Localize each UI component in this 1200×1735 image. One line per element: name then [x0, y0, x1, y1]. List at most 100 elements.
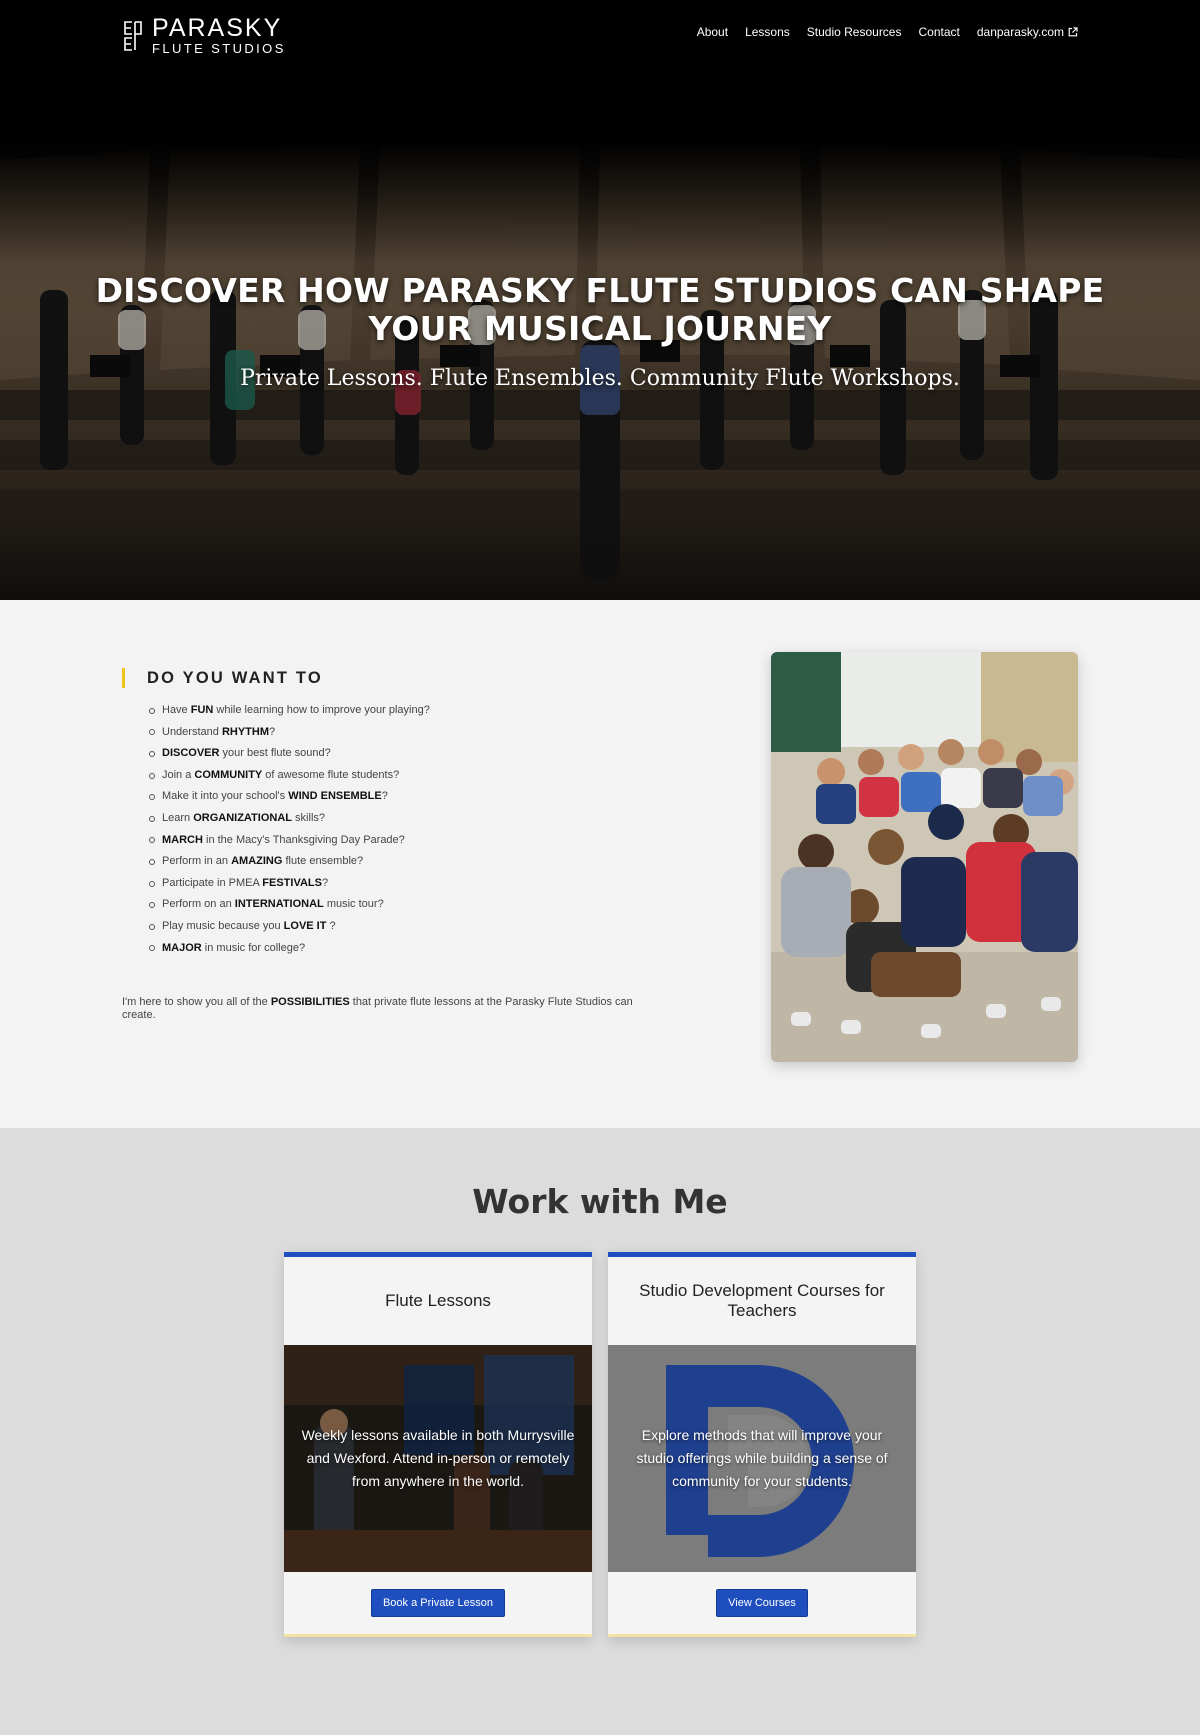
want-list-item: Understand RHYTHM?: [149, 722, 642, 744]
want-item-post: ?: [326, 919, 336, 932]
want-item-post: flute ensemble?: [282, 855, 364, 868]
bullet-circle-icon: [149, 750, 155, 757]
want-list-item-text: Understand RHYTHM?: [162, 722, 275, 744]
bullet-circle-icon: [149, 707, 155, 714]
want-list-item-text: MARCH in the Macy's Thanksgiving Day Par…: [162, 830, 405, 852]
top-navigation: PARASKY FLUTE STUDIOS About Lessons Stud…: [0, 0, 1200, 68]
want-item-pre: Perform in an: [162, 855, 232, 868]
nav-lessons-label: Lessons: [745, 25, 790, 39]
want-list: Have FUN while learning how to improve y…: [149, 700, 642, 959]
bullet-circle-icon: [149, 880, 155, 887]
bullet-circle-icon: [149, 945, 155, 952]
nav-contact-label: Contact: [918, 25, 960, 39]
studio-courses-card-text: Explore methods that will improve your s…: [636, 1427, 888, 1489]
flute-lessons-card-media: Weekly lessons available in both Murrysv…: [284, 1345, 592, 1572]
want-item-post: skills?: [292, 811, 326, 824]
want-list-item: Make it into your school's WIND ENSEMBLE…: [149, 786, 642, 808]
flute-lessons-card-title: Flute Lessons: [385, 1291, 491, 1310]
want-list-item: Join a COMMUNITY of awesome flute studen…: [149, 765, 642, 787]
want-item-post: music tour?: [323, 898, 384, 911]
want-item-pre: Perform on an: [162, 898, 235, 911]
want-item-post: while learning how to improve your playi…: [213, 704, 430, 716]
want-item-bold: COMMUNITY: [194, 768, 263, 781]
studio-courses-card-media: Explore methods that will improve your s…: [608, 1345, 916, 1572]
bullet-circle-icon: [149, 902, 155, 909]
studio-courses-card-title: Studio Development Courses for Teachers: [639, 1281, 885, 1320]
book-private-lesson-button[interactable]: Book a Private Lesson: [370, 1589, 506, 1617]
nav-danparasky[interactable]: danparasky.com: [977, 25, 1078, 39]
bullet-circle-icon: [149, 837, 155, 844]
want-item-bold: FUN: [190, 704, 214, 716]
studio-courses-card: Studio Development Courses for Teachers …: [608, 1252, 916, 1637]
want-item-post: in the Macy's Thanksgiving Day Parade?: [202, 833, 405, 846]
nav-about[interactable]: About: [697, 25, 728, 39]
nav-lessons[interactable]: Lessons: [745, 25, 790, 39]
flute-lessons-card: Flute Lessons Weekly lessons available i…: [284, 1252, 592, 1637]
want-item-bold: WIND ENSEMBLE: [288, 790, 382, 803]
nav-studio-resources-label: Studio Resources: [806, 25, 902, 39]
want-list-item: Perform in an AMAZING flute ensemble?: [149, 851, 642, 873]
want-list-item-text: Perform on an INTERNATIONAL music tour?: [162, 894, 384, 916]
view-courses-button[interactable]: View Courses: [716, 1589, 808, 1617]
bullet-circle-icon: [149, 923, 155, 930]
want-item-post: ?: [269, 725, 276, 738]
nav-about-label: About: [696, 25, 729, 39]
intro-heading: DO YOU WANT TO: [122, 668, 642, 688]
bullet-circle-icon: [149, 815, 155, 822]
possibilities-paragraph: I'm here to show you all of the POSSIBIL…: [122, 996, 652, 1022]
want-item-bold: INTERNATIONAL: [234, 898, 324, 911]
want-item-post: ?: [381, 790, 388, 803]
want-item-pre: Play music because you: [162, 919, 284, 932]
want-list-item: Learn ORGANIZATIONAL skills?: [149, 808, 642, 830]
hero-subtitle: Private Lessons. Flute Ensembles. Commun…: [240, 366, 960, 391]
want-list-item: MARCH in the Macy's Thanksgiving Day Par…: [149, 830, 642, 852]
hero-text-block: DISCOVER HOW PARASKY FLUTE STUDIOS CAN S…: [0, 272, 1200, 392]
hero-title-line-2: YOUR MUSICAL JOURNEY: [368, 309, 832, 348]
intro-text-column: DO YOU WANT TO Have FUN while learning h…: [122, 668, 642, 959]
want-list-item-text: Join a COMMUNITY of awesome flute studen…: [162, 765, 399, 787]
logo-line-1: PARASKY: [152, 14, 283, 42]
nav-contact[interactable]: Contact: [918, 25, 959, 39]
site-logo[interactable]: PARASKY FLUTE STUDIOS: [122, 16, 286, 55]
parasky-monogram-icon: [124, 20, 142, 51]
want-list-item-text: DISCOVER your best flute sound?: [162, 743, 331, 765]
want-item-bold: DISCOVER: [162, 747, 220, 760]
studio-courses-card-footer: View Courses: [608, 1572, 916, 1634]
nav-studio-resources[interactable]: Studio Resources: [807, 25, 902, 39]
logo-line-2: FLUTE STUDIOS: [152, 41, 286, 56]
want-item-bold: AMAZING: [231, 855, 283, 868]
flute-lessons-card-footer: Book a Private Lesson: [284, 1572, 592, 1634]
want-list-item-text: Have FUN while learning how to improve y…: [162, 700, 430, 722]
want-item-pre: Have: [162, 704, 191, 716]
want-list-item-text: Participate in PMEA FESTIVALS?: [162, 873, 328, 895]
want-item-pre: Understand: [162, 725, 222, 738]
want-list-item-text: Play music because you LOVE IT ?: [162, 916, 336, 938]
bullet-circle-icon: [149, 794, 155, 801]
hero-title-line-1: DISCOVER HOW PARASKY FLUTE STUDIOS CAN S…: [95, 271, 1105, 310]
want-list-item-text: MAJOR in music for college?: [162, 938, 305, 960]
hero-title: DISCOVER HOW PARASKY FLUTE STUDIOS CAN S…: [0, 272, 1200, 348]
want-item-pre: Participate in PMEA: [162, 876, 263, 889]
intro-section: DO YOU WANT TO Have FUN while learning h…: [0, 600, 1200, 1128]
want-item-pre: Join a: [162, 768, 195, 781]
want-item-bold: MAJOR: [162, 941, 202, 954]
want-item-pre: Make it into your school's: [162, 790, 289, 803]
want-list-item-text: Perform in an AMAZING flute ensemble?: [162, 851, 363, 873]
want-list-item: DISCOVER your best flute sound?: [149, 743, 642, 765]
hero-section: PARASKY FLUTE STUDIOS About Lessons Stud…: [0, 0, 1200, 600]
want-item-post: ?: [321, 876, 329, 889]
want-list-item-text: Learn ORGANIZATIONAL skills?: [162, 808, 325, 830]
want-list-item: Perform on an INTERNATIONAL music tour?: [149, 894, 642, 916]
possibilities-bold: POSSIBILITIES: [270, 996, 350, 1008]
want-list-item: Play music because you LOVE IT ?: [149, 916, 642, 938]
want-item-bold: ORGANIZATIONAL: [193, 811, 292, 824]
want-list-item: MAJOR in music for college?: [149, 938, 642, 960]
external-link-icon: [1068, 27, 1078, 37]
possibilities-pre: I'm here to show you all of the: [122, 996, 271, 1008]
want-item-bold: FESTIVALS: [262, 876, 322, 889]
students-group-photo: [771, 652, 1078, 1062]
want-item-bold: LOVE IT: [283, 919, 327, 932]
want-item-pre: Learn: [162, 811, 194, 824]
work-with-me-section: Work with Me Flute Lessons Weekly lesson…: [0, 1128, 1200, 1735]
want-list-item-text: Make it into your school's WIND ENSEMBLE…: [162, 786, 388, 808]
